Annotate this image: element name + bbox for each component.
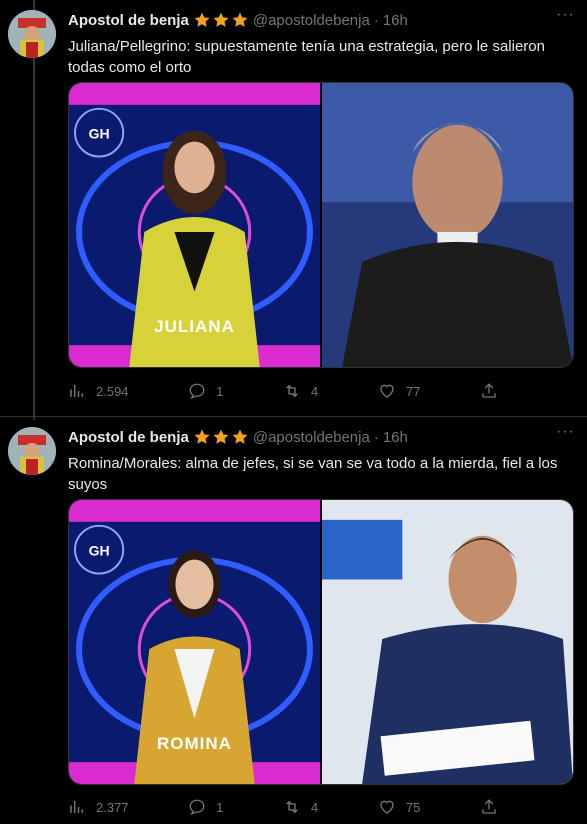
tweet-text: Romina/Morales: alma de jefes, si se van…	[68, 455, 558, 493]
author-handle[interactable]: @apostoldebenja	[253, 12, 370, 29]
media-image-player[interactable]	[322, 500, 573, 784]
retweet-icon	[286, 800, 298, 814]
separator: ·	[373, 11, 379, 29]
gh-logo: GH	[89, 126, 110, 142]
tweet-media[interactable]: GH JULIANA	[68, 82, 574, 368]
reply-icon	[189, 383, 205, 400]
author-handle[interactable]: @apostoldebenja	[253, 429, 370, 446]
tweet-text: Juliana/Pellegrino: supuestamente tenía …	[68, 38, 545, 76]
more-icon[interactable]: ···	[556, 423, 575, 441]
like-count: 77	[405, 383, 421, 399]
star-icon	[232, 12, 248, 27]
retweet-button[interactable]: 4	[283, 798, 318, 816]
views-button[interactable]: 2.594	[68, 382, 129, 400]
tweet-media[interactable]: GH ROMINA	[68, 499, 574, 785]
author-name[interactable]: Apostol de benja	[68, 429, 189, 446]
share-icon	[482, 799, 496, 814]
star-badges	[193, 428, 249, 446]
tweet[interactable]: Apostol de benja @apostoldebenja · 16h ·…	[0, 416, 587, 824]
retweet-button[interactable]: 4	[283, 382, 318, 400]
gh-logo: GH	[89, 543, 110, 559]
views-icon	[70, 801, 83, 813]
star-icon	[194, 429, 210, 444]
like-icon	[380, 800, 394, 814]
tweet-header: Apostol de benja @apostoldebenja · 16h	[68, 427, 577, 447]
share-button[interactable]	[480, 382, 498, 400]
retweet-icon	[286, 384, 298, 398]
separator: ·	[373, 428, 379, 446]
tweet[interactable]: Apostol de benja @apostoldebenja · 16h ·…	[0, 0, 587, 416]
reply-icon	[189, 799, 205, 816]
star-icon	[213, 429, 229, 444]
retweet-count: 4	[311, 383, 319, 399]
media-image-coach[interactable]	[322, 83, 573, 367]
contestant-name-caption: JULIANA	[154, 317, 235, 336]
like-button[interactable]: 77	[378, 382, 420, 400]
avatar[interactable]	[8, 427, 56, 475]
star-icon	[213, 12, 229, 27]
tweet-actions: 2.377 1 4 75	[68, 797, 498, 817]
like-icon	[380, 384, 394, 398]
reply-count: 1	[216, 383, 224, 399]
author-name[interactable]: Apostol de benja	[68, 12, 189, 29]
like-count: 75	[405, 799, 421, 815]
views-count: 2.377	[96, 799, 129, 815]
timestamp[interactable]: 16h	[383, 429, 408, 446]
like-button[interactable]: 75	[378, 798, 420, 816]
star-icon	[194, 12, 210, 27]
more-icon[interactable]: ···	[556, 6, 575, 24]
views-count: 2.594	[96, 383, 129, 399]
star-badges	[193, 11, 249, 29]
views-button[interactable]: 2.377	[68, 798, 129, 816]
contestant-name-caption: ROMINA	[157, 734, 232, 753]
reply-button[interactable]: 1	[188, 382, 223, 400]
tweet-header: Apostol de benja @apostoldebenja · 16h	[68, 10, 577, 30]
reply-count: 1	[216, 799, 224, 815]
star-icon	[232, 429, 248, 444]
tweet-actions: 2.594 1 4 77	[68, 381, 498, 401]
timestamp[interactable]: 16h	[383, 12, 408, 29]
views-icon	[70, 385, 83, 397]
avatar[interactable]	[8, 10, 56, 58]
share-icon	[482, 383, 496, 398]
media-image-contestant[interactable]: GH JULIANA	[69, 83, 320, 367]
media-image-contestant[interactable]: GH ROMINA	[69, 500, 320, 784]
share-button[interactable]	[480, 798, 498, 816]
reply-button[interactable]: 1	[188, 798, 223, 816]
retweet-count: 4	[311, 799, 319, 815]
